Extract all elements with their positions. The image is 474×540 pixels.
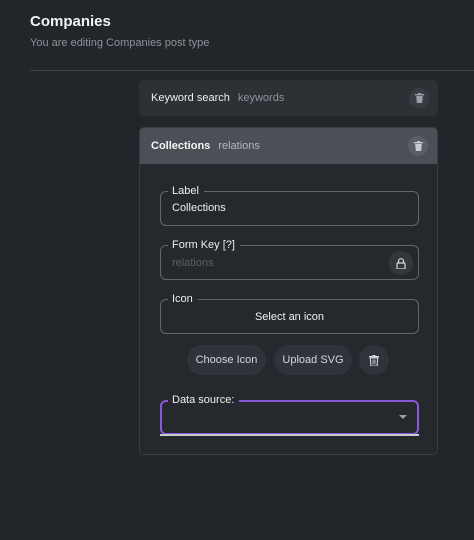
page-title: Companies <box>30 13 111 30</box>
icon-field[interactable]: Icon Select an icon <box>160 293 419 334</box>
caret-down-icon[interactable] <box>399 415 407 419</box>
icon-legend: Icon <box>168 293 198 306</box>
trash-icon <box>413 141 423 151</box>
trash-icon <box>414 93 424 103</box>
page-subtitle: You are editing Companies post type <box>30 37 210 49</box>
select-icon-text[interactable]: Select an icon <box>161 311 418 323</box>
field-name: Keyword search <box>151 92 230 104</box>
form-key-field[interactable]: Form Key [?] relations <box>160 239 419 280</box>
data-source-select[interactable]: Data source: <box>160 394 419 435</box>
label-legend: Label <box>168 185 204 198</box>
field-type: relations <box>218 140 260 152</box>
delete-field-button[interactable] <box>408 136 428 156</box>
field-header-collections[interactable]: Collections relations <box>140 128 437 164</box>
lock-form-key-button[interactable] <box>389 251 413 275</box>
field-type: keywords <box>237 92 285 104</box>
form-key-placeholder: relations <box>172 257 214 269</box>
choose-icon-button[interactable]: Choose Icon <box>187 345 266 375</box>
label-field[interactable]: Label Collections <box>160 185 419 226</box>
lock-icon <box>396 257 406 269</box>
remove-icon-button[interactable] <box>359 345 389 375</box>
trash-icon <box>369 354 379 366</box>
data-source-legend: Data source: <box>168 394 240 407</box>
field-panel-collections: Collections relations Label Collections … <box>139 127 438 455</box>
data-source-underline <box>160 434 419 436</box>
field-name: Collections <box>151 140 211 152</box>
header-divider <box>30 70 474 71</box>
upload-svg-button[interactable]: Upload SVG <box>274 345 352 375</box>
delete-field-button[interactable] <box>409 88 429 108</box>
field-card-keyword-search[interactable]: Keyword search keywords <box>139 80 438 116</box>
form-key-legend[interactable]: Form Key [?] <box>168 239 240 252</box>
label-input-value[interactable]: Collections <box>172 202 226 214</box>
